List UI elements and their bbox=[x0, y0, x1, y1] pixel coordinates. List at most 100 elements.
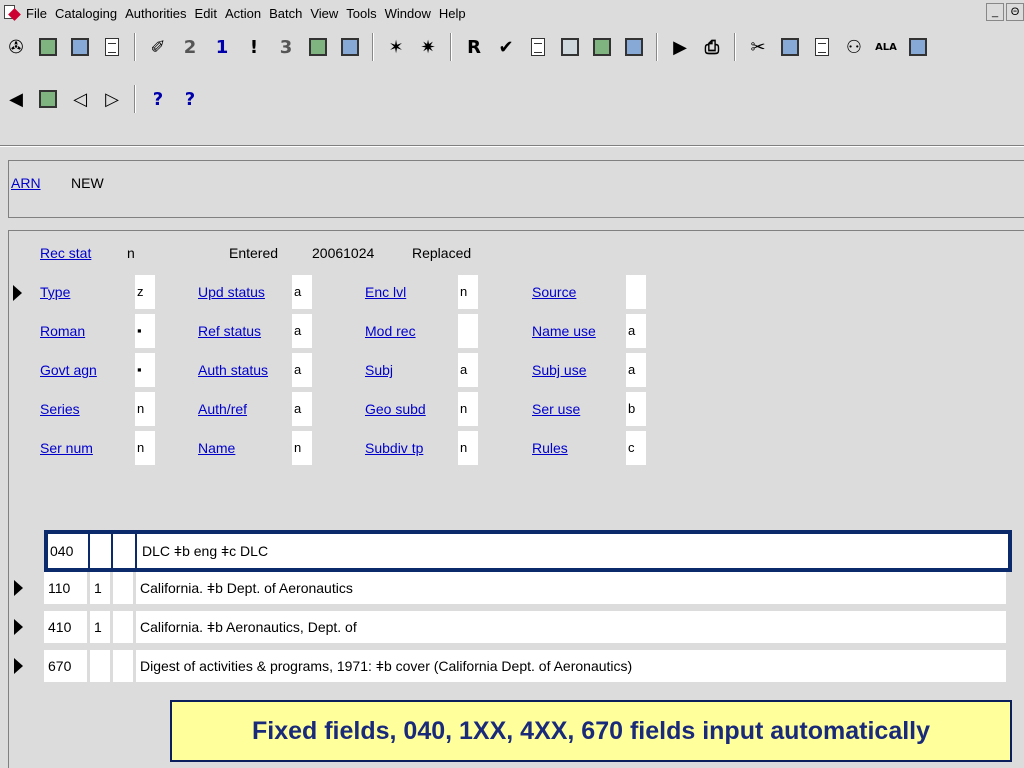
find-icon[interactable]: ⚇ bbox=[842, 35, 866, 59]
copy-record-icon[interactable] bbox=[306, 35, 330, 59]
menu-authorities[interactable]: Authorities bbox=[125, 6, 194, 21]
menu-window[interactable]: Window bbox=[385, 6, 439, 21]
field-tag[interactable]: 670 bbox=[44, 650, 87, 682]
fixed-field-value-series[interactable]: n bbox=[135, 392, 155, 426]
field-text[interactable]: California. ǂb Dept. of Aeronautics bbox=[136, 572, 1006, 604]
back-icon[interactable]: ◀ bbox=[4, 87, 28, 111]
fixed-field-value-type[interactable]: z bbox=[135, 275, 155, 309]
previous-icon[interactable]: ◁ bbox=[68, 87, 92, 111]
fixed-field-value-ref-status[interactable]: a bbox=[292, 314, 312, 348]
paste-icon[interactable] bbox=[810, 35, 834, 59]
fixed-field-label-series[interactable]: Series bbox=[40, 401, 80, 417]
fixed-field-value-subj-use[interactable]: a bbox=[626, 353, 646, 387]
fixed-field-label-subdiv-tp[interactable]: Subdiv tp bbox=[365, 440, 423, 456]
field-row[interactable]: 670 Digest of activities & programs, 197… bbox=[44, 650, 1006, 682]
delete-field-icon[interactable] bbox=[558, 35, 582, 59]
fixed-field-label-rules[interactable]: Rules bbox=[532, 440, 568, 456]
fixed-field-value-subj[interactable]: a bbox=[458, 353, 478, 387]
book-icon[interactable] bbox=[36, 87, 60, 111]
fixed-field-label-type[interactable]: Type bbox=[40, 284, 70, 300]
fixed-field-label-auth-status[interactable]: Auth status bbox=[198, 362, 268, 378]
field-ind2[interactable] bbox=[113, 650, 133, 682]
field-ind2[interactable] bbox=[113, 572, 133, 604]
field-text[interactable]: DLC ǂb eng ǂc DLC bbox=[142, 534, 268, 568]
menu-action[interactable]: Action bbox=[225, 6, 269, 21]
fixed-field-label-name[interactable]: Name bbox=[198, 440, 235, 456]
fixed-field-value-enc-lvl[interactable]: n bbox=[458, 275, 478, 309]
fixed-field-label-name-use[interactable]: Name use bbox=[532, 323, 596, 339]
help-icon[interactable]: ? bbox=[178, 87, 202, 111]
fixed-field-value-subdiv-tp[interactable]: n bbox=[458, 431, 478, 465]
fixed-field-value-roman[interactable]: ▪ bbox=[135, 314, 155, 348]
arn-link[interactable]: ARN bbox=[11, 175, 41, 191]
one-icon[interactable]: 1 bbox=[210, 35, 234, 59]
fixed-field-label-ser-use[interactable]: Ser use bbox=[532, 401, 580, 417]
field-row[interactable]: 110 1 California. ǂb Dept. of Aeronautic… bbox=[44, 572, 1006, 604]
field-text[interactable]: Digest of activities & programs, 1971: ǂ… bbox=[136, 650, 1006, 682]
restore-button[interactable]: Θ bbox=[1006, 3, 1024, 21]
fixed-field-value-ser-num[interactable]: n bbox=[135, 431, 155, 465]
replace-icon[interactable]: R bbox=[462, 35, 486, 59]
fixed-field-label-subj-use[interactable]: Subj use bbox=[532, 362, 586, 378]
menu-batch[interactable]: Batch bbox=[269, 6, 310, 21]
edit-record-icon[interactable] bbox=[338, 35, 362, 59]
fixed-field-value-rules[interactable]: c bbox=[626, 431, 646, 465]
field-tag[interactable]: 040 bbox=[50, 534, 73, 568]
split-icon[interactable] bbox=[590, 35, 614, 59]
print-icon[interactable]: ⎙ bbox=[700, 35, 724, 59]
insert-field-icon[interactable] bbox=[526, 35, 550, 59]
menu-file[interactable]: File bbox=[26, 6, 55, 21]
field-ind1[interactable] bbox=[90, 650, 110, 682]
next-icon[interactable]: ▷ bbox=[100, 87, 124, 111]
validate-icon[interactable]: ✐ bbox=[146, 35, 170, 59]
reformat-icon[interactable] bbox=[622, 35, 646, 59]
fixed-field-label-subj[interactable]: Subj bbox=[365, 362, 393, 378]
submit-icon[interactable]: ▶ bbox=[668, 35, 692, 59]
fixed-field-label-geo-subd[interactable]: Geo subd bbox=[365, 401, 426, 417]
menu-tools[interactable]: Tools bbox=[346, 6, 384, 21]
three-icon[interactable]: 3 bbox=[274, 35, 298, 59]
fixed-field-label-ref-status[interactable]: Ref status bbox=[198, 323, 261, 339]
fixed-field-value-ser-use[interactable]: b bbox=[626, 392, 646, 426]
fixed-field-value-name[interactable]: n bbox=[292, 431, 312, 465]
minimize-button[interactable]: _ bbox=[986, 3, 1004, 21]
help-context-icon[interactable]: ? bbox=[146, 87, 170, 111]
srs-icon[interactable]: ! bbox=[242, 35, 266, 59]
rec-stat-link[interactable]: Rec stat bbox=[40, 245, 91, 261]
fixed-field-label-roman[interactable]: Roman bbox=[40, 323, 85, 339]
field-ind1[interactable]: 1 bbox=[90, 611, 110, 643]
field-row[interactable]: 410 1 California. ǂb Aeronautics, Dept. … bbox=[44, 611, 1006, 643]
fixed-field-label-source[interactable]: Source bbox=[532, 284, 576, 300]
workform-icon[interactable] bbox=[68, 35, 92, 59]
field-tag[interactable]: 410 bbox=[44, 611, 87, 643]
checkmark-icon[interactable]: ✔ bbox=[494, 35, 518, 59]
diacritics-icon[interactable] bbox=[906, 35, 930, 59]
new-record-icon[interactable] bbox=[100, 35, 124, 59]
fixed-field-value-auth-status[interactable]: a bbox=[292, 353, 312, 387]
ala-icon[interactable]: ALA bbox=[874, 35, 898, 59]
field-tag[interactable]: 110 bbox=[44, 572, 87, 604]
fixed-field-label-govt-agn[interactable]: Govt agn bbox=[40, 362, 97, 378]
fixed-field-value-mod-rec[interactable] bbox=[458, 314, 478, 348]
fixed-field-value-auth-ref[interactable]: a bbox=[292, 392, 312, 426]
menu-cataloging[interactable]: Cataloging bbox=[55, 6, 125, 21]
cut-icon[interactable]: ✂ bbox=[746, 35, 770, 59]
fixed-field-label-auth-ref[interactable]: Auth/ref bbox=[198, 401, 247, 417]
connect-icon[interactable]: ✇ bbox=[4, 35, 28, 59]
copy-icon[interactable] bbox=[778, 35, 802, 59]
fixed-field-value-source[interactable] bbox=[626, 275, 646, 309]
two-icon[interactable]: 2 bbox=[178, 35, 202, 59]
menu-edit[interactable]: Edit bbox=[195, 6, 225, 21]
network-icon[interactable]: ✶ bbox=[384, 35, 408, 59]
save-icon[interactable] bbox=[36, 35, 60, 59]
menu-help[interactable]: Help bbox=[439, 6, 474, 21]
menu-view[interactable]: View bbox=[310, 6, 346, 21]
fixed-field-label-upd-status[interactable]: Upd status bbox=[198, 284, 265, 300]
fixed-field-value-geo-subd[interactable]: n bbox=[458, 392, 478, 426]
fixed-field-label-ser-num[interactable]: Ser num bbox=[40, 440, 93, 456]
field-ind1[interactable]: 1 bbox=[90, 572, 110, 604]
selected-field-row[interactable]: 040 DLC ǂb eng ǂc DLC bbox=[44, 530, 1012, 572]
group-icon[interactable]: ✷ bbox=[416, 35, 440, 59]
fixed-field-label-mod-rec[interactable]: Mod rec bbox=[365, 323, 416, 339]
fixed-field-value-name-use[interactable]: a bbox=[626, 314, 646, 348]
